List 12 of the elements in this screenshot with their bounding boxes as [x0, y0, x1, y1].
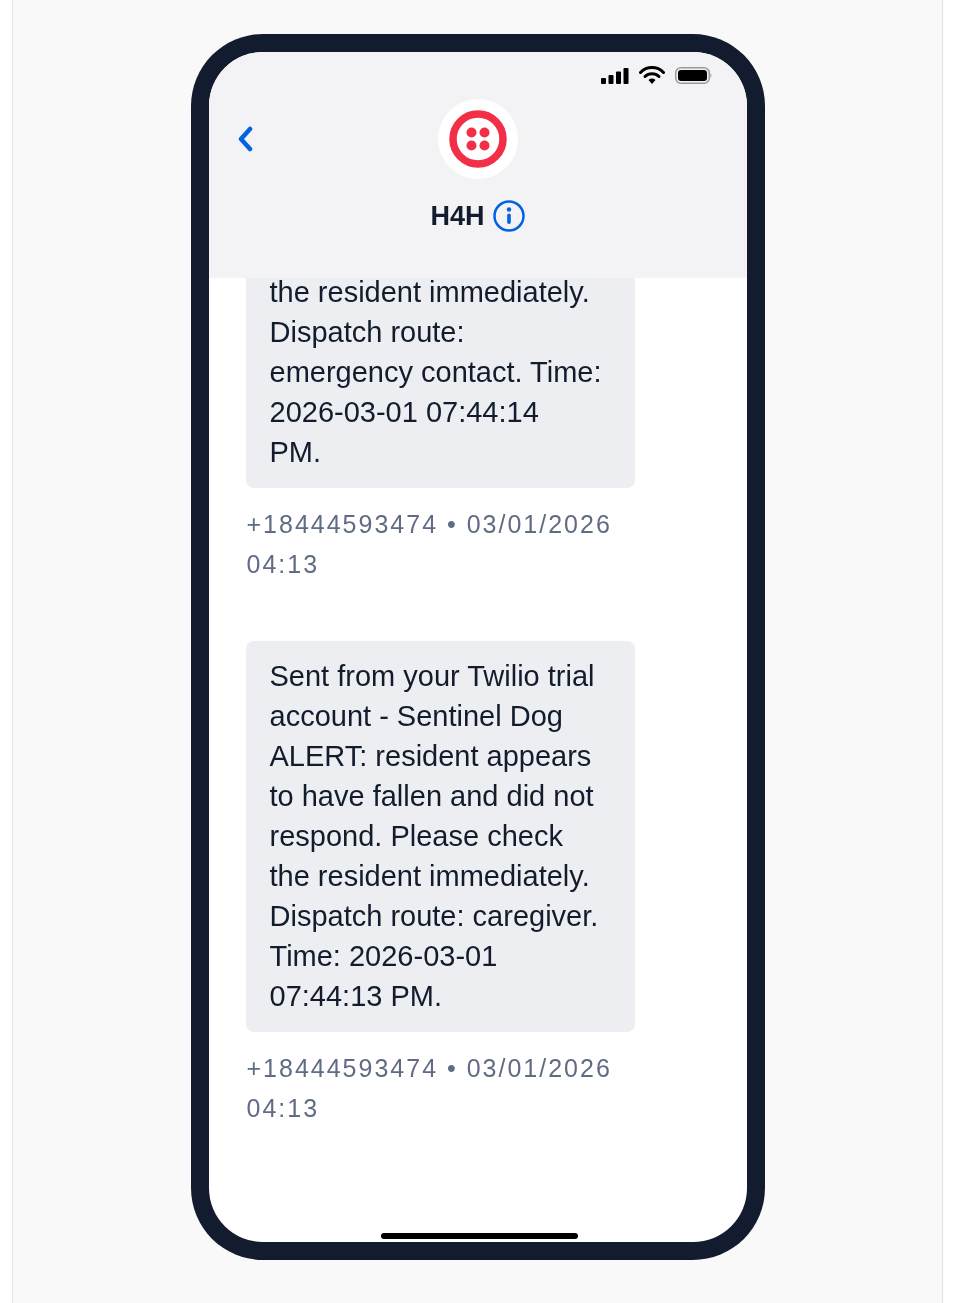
chevron-left-icon	[236, 126, 253, 152]
message-bubble: the resident immediately. Dispatch route: emergency contact. Time: 2026-03-01 07:44:14 PM.	[245, 278, 635, 488]
contact-name: H4H	[430, 200, 485, 233]
battery-icon	[674, 67, 713, 84]
signal-icon	[600, 68, 629, 84]
info-icon	[492, 200, 525, 232]
wifi-icon	[638, 66, 665, 84]
info-button[interactable]	[492, 200, 525, 232]
avatar-logo-icon	[437, 99, 518, 179]
message-meta: +18444593474 • 03/01/2026 04:13	[245, 1053, 613, 1124]
message-bubble: Sent from your Twilio trial account - Sentinel Dog ALERT: resident appears to have fallen and did not respond. Please check the resident immediately. Dispatch route: caregiver. Time: 2026-03-01 07:44:13 PM.	[245, 641, 635, 1032]
message-meta: +18444593474 • 03/01/2026 04:13	[245, 509, 613, 580]
